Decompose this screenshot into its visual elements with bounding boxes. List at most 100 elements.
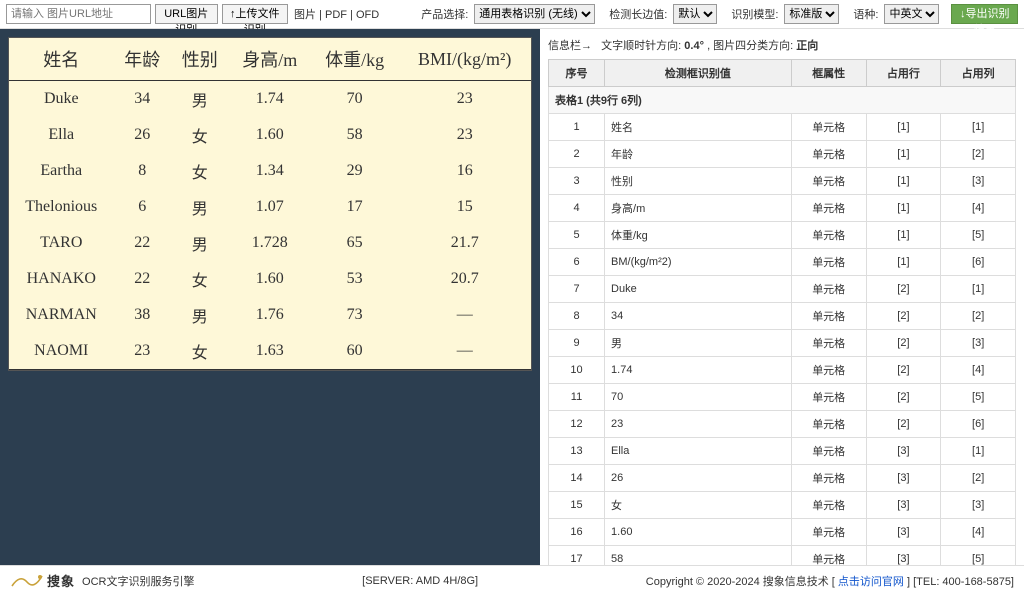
rotation-value: 0.4° bbox=[684, 40, 704, 52]
doc-cell: Thelonious bbox=[9, 189, 114, 225]
result-row[interactable]: 9男单元格[2][3] bbox=[549, 330, 1016, 357]
result-row[interactable]: 161.60单元格[3][4] bbox=[549, 519, 1016, 546]
result-cell: Ella bbox=[605, 438, 792, 465]
document-preview: 姓名年龄性别身高/m体重/kgBMI/(kg/m²) Duke34男1.7470… bbox=[8, 37, 532, 371]
result-row[interactable]: 1426单元格[3][2] bbox=[549, 465, 1016, 492]
lang-label: 语种: bbox=[851, 6, 880, 22]
doc-cell: 53 bbox=[311, 261, 399, 297]
result-cell: 姓名 bbox=[605, 114, 792, 141]
edge-select[interactable]: 默认 bbox=[673, 4, 717, 24]
result-panel: 信息栏→ 文字顺时针方向: 0.4° , 图片四分类方向: 正向 序号检测框识别… bbox=[540, 29, 1024, 565]
official-site-link[interactable]: 点击访问官网 bbox=[838, 576, 904, 588]
result-row[interactable]: 13Ella单元格[3][1] bbox=[549, 438, 1016, 465]
doc-cell: 1.728 bbox=[229, 225, 311, 261]
doc-cell: 女 bbox=[171, 333, 229, 370]
doc-cell: 22 bbox=[114, 261, 172, 297]
result-row[interactable]: 4身高/m单元格[1][4] bbox=[549, 195, 1016, 222]
result-cell: 单元格 bbox=[791, 438, 866, 465]
result-cell: 2 bbox=[549, 141, 605, 168]
doc-row: HANAKO22女1.605320.7 bbox=[9, 261, 531, 297]
doc-cell: NARMAN bbox=[9, 297, 114, 333]
result-cell: [4] bbox=[941, 519, 1016, 546]
doc-cell: 男 bbox=[171, 225, 229, 261]
result-header: 检测框识别值 bbox=[605, 60, 792, 87]
result-row[interactable]: 1758单元格[3][5] bbox=[549, 546, 1016, 566]
export-button[interactable]: ↓导出识别结果 bbox=[951, 4, 1018, 24]
result-cell: 1.74 bbox=[605, 357, 792, 384]
copyright: Copyright © 2020-2024 搜象信息技术 [ 点击访问官网 ] … bbox=[646, 573, 1014, 589]
result-cell: [2] bbox=[866, 276, 941, 303]
result-row[interactable]: 3性别单元格[1][3] bbox=[549, 168, 1016, 195]
url-input[interactable] bbox=[6, 4, 151, 24]
result-cell: 15 bbox=[549, 492, 605, 519]
doc-cell: 70 bbox=[311, 81, 399, 118]
result-cell: 3 bbox=[549, 168, 605, 195]
doc-cell: 58 bbox=[311, 117, 399, 153]
doc-header: 体重/kg bbox=[311, 38, 399, 81]
result-cell: [2] bbox=[866, 411, 941, 438]
doc-cell: 60 bbox=[311, 333, 399, 370]
doc-cell: 男 bbox=[171, 81, 229, 118]
result-row[interactable]: 101.74单元格[2][4] bbox=[549, 357, 1016, 384]
doc-cell: Ella bbox=[9, 117, 114, 153]
doc-cell: 17 bbox=[311, 189, 399, 225]
doc-cell: — bbox=[398, 333, 531, 370]
result-row[interactable]: 1姓名单元格[1][1] bbox=[549, 114, 1016, 141]
doc-cell: 15 bbox=[398, 189, 531, 225]
doc-cell: 1.60 bbox=[229, 117, 311, 153]
result-cell: [5] bbox=[941, 546, 1016, 566]
lang-select[interactable]: 中英文 bbox=[884, 4, 939, 24]
info-label: 信息栏→ bbox=[548, 40, 592, 52]
brand-name: 搜象 bbox=[47, 571, 75, 590]
result-cell: [6] bbox=[941, 249, 1016, 276]
result-row[interactable]: 2年龄单元格[1][2] bbox=[549, 141, 1016, 168]
result-cell: 单元格 bbox=[791, 276, 866, 303]
model-select[interactable]: 标准版 bbox=[784, 4, 839, 24]
result-cell: 5 bbox=[549, 222, 605, 249]
brand-logo: 搜象 OCR文字识别服务引擎 bbox=[10, 571, 194, 590]
result-row[interactable]: 5体重/kg单元格[1][5] bbox=[549, 222, 1016, 249]
result-cell: [3] bbox=[941, 492, 1016, 519]
result-cell: [1] bbox=[866, 249, 941, 276]
result-title: 表格1 (共9行 6列) bbox=[549, 87, 1016, 114]
doc-cell: TARO bbox=[9, 225, 114, 261]
result-header: 框属性 bbox=[791, 60, 866, 87]
result-cell: [2] bbox=[866, 384, 941, 411]
result-row[interactable]: 6BM/(kg/m²2)单元格[1][6] bbox=[549, 249, 1016, 276]
model-label: 识别模型: bbox=[729, 6, 780, 22]
result-cell: 单元格 bbox=[791, 168, 866, 195]
result-row[interactable]: 1223单元格[2][6] bbox=[549, 411, 1016, 438]
product-select[interactable]: 通用表格识别 (无线) bbox=[474, 4, 595, 24]
result-cell: 13 bbox=[549, 438, 605, 465]
result-cell: 年龄 bbox=[605, 141, 792, 168]
result-cell: [1] bbox=[866, 168, 941, 195]
doc-cell: 男 bbox=[171, 297, 229, 333]
result-cell: 女 bbox=[605, 492, 792, 519]
doc-cell: 1.74 bbox=[229, 81, 311, 118]
result-cell: [1] bbox=[866, 114, 941, 141]
result-cell: 11 bbox=[549, 384, 605, 411]
doc-cell: 16 bbox=[398, 153, 531, 189]
result-cell: [3] bbox=[941, 168, 1016, 195]
result-row[interactable]: 1170单元格[2][5] bbox=[549, 384, 1016, 411]
doc-cell: 23 bbox=[398, 117, 531, 153]
result-cell: [2] bbox=[941, 465, 1016, 492]
result-cell: [1] bbox=[866, 195, 941, 222]
result-row[interactable]: 15女单元格[3][3] bbox=[549, 492, 1016, 519]
brand-tagline: OCR文字识别服务引擎 bbox=[82, 573, 194, 589]
result-cell: [3] bbox=[866, 519, 941, 546]
doc-cell: 65 bbox=[311, 225, 399, 261]
result-row[interactable]: 834单元格[2][2] bbox=[549, 303, 1016, 330]
url-recognize-button[interactable]: URL图片识别 bbox=[155, 4, 218, 24]
result-cell: [2] bbox=[866, 330, 941, 357]
result-cell: 单元格 bbox=[791, 249, 866, 276]
main-area: 姓名年龄性别身高/m体重/kgBMI/(kg/m²) Duke34男1.7470… bbox=[0, 29, 1024, 565]
result-row[interactable]: 7Duke单元格[2][1] bbox=[549, 276, 1016, 303]
result-cell: [1] bbox=[941, 276, 1016, 303]
file-types-label: 图片 | PDF | OFD bbox=[292, 6, 381, 22]
doc-cell: 23 bbox=[114, 333, 172, 370]
upload-button[interactable]: ↑上传文件识别 bbox=[222, 4, 289, 24]
doc-cell: 20.7 bbox=[398, 261, 531, 297]
doc-row: Eartha8女1.342916 bbox=[9, 153, 531, 189]
result-cell: [2] bbox=[941, 141, 1016, 168]
